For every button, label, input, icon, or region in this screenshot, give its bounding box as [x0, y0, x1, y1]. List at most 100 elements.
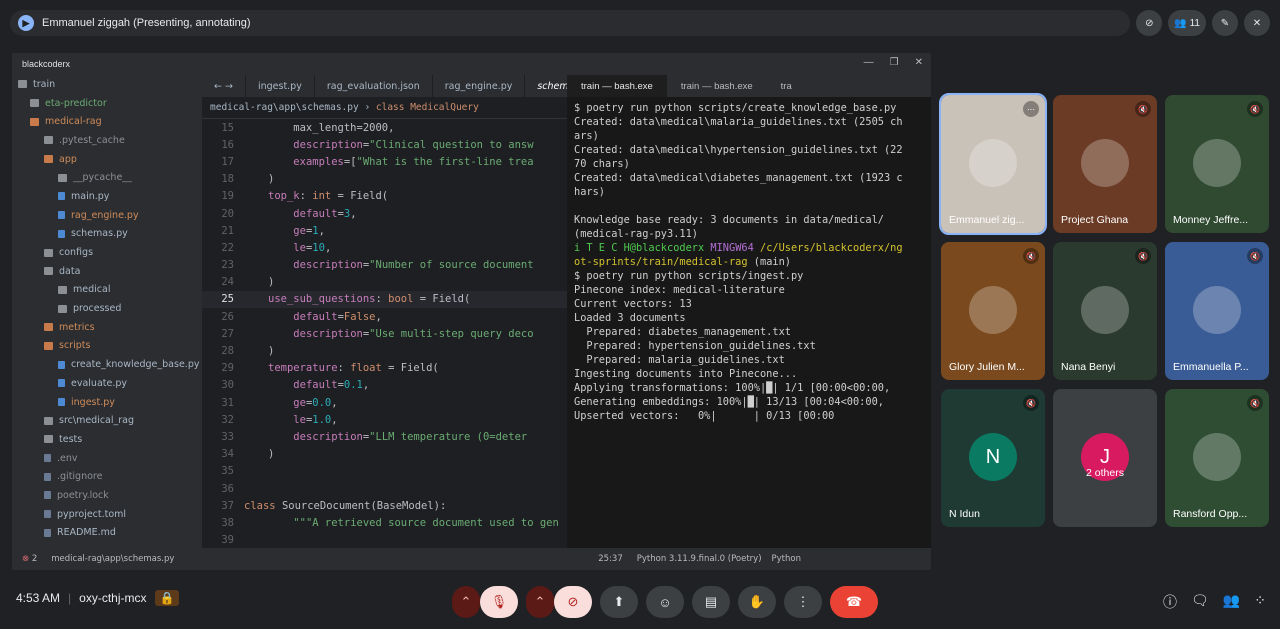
- code-line[interactable]: 35: [202, 463, 567, 480]
- tree-item[interactable]: pyproject.toml: [12, 505, 202, 524]
- code-line[interactable]: 21 ge=1,: [202, 222, 567, 239]
- cursor-position[interactable]: 25:37: [598, 554, 623, 564]
- editor-tab[interactable]: schemas: [525, 75, 567, 97]
- tree-item[interactable]: metrics: [12, 318, 202, 337]
- code-line[interactable]: 19 top_k: int = Field(: [202, 188, 567, 205]
- code-area[interactable]: 15 max_length=2000, 16 description="Clini…: [202, 119, 567, 548]
- code-line[interactable]: 38 """A retrieved source document used t…: [202, 514, 567, 531]
- tree-item[interactable]: evaluate.py: [12, 374, 202, 393]
- people-icon[interactable]: 👥: [1223, 592, 1240, 612]
- activities-icon[interactable]: ⁘: [1254, 592, 1266, 612]
- tree-item[interactable]: data: [12, 262, 202, 281]
- tree-item[interactable]: __pycache__: [12, 168, 202, 187]
- tree-item[interactable]: schemas.py: [12, 225, 202, 244]
- camera-off-button[interactable]: ⊘: [554, 586, 592, 618]
- captions-button[interactable]: ▤: [692, 586, 730, 618]
- code-line[interactable]: 24): [202, 274, 567, 291]
- tree-item[interactable]: medical: [12, 281, 202, 300]
- tree-item[interactable]: eta-predictor: [12, 94, 202, 113]
- close-icon[interactable]: ✕: [915, 57, 923, 68]
- mic-options-chevron-icon[interactable]: ⌃: [452, 586, 480, 618]
- code-line[interactable]: 32 le=1.0,: [202, 411, 567, 428]
- present-screen-button[interactable]: ⬆: [600, 586, 638, 618]
- code-line[interactable]: 17 examples=["What is the first-line tre…: [202, 153, 567, 170]
- tree-item[interactable]: app: [12, 150, 202, 169]
- code-line[interactable]: 28): [202, 342, 567, 359]
- tree-item[interactable]: main.py: [12, 187, 202, 206]
- tree-item[interactable]: README.md: [12, 524, 202, 543]
- code-line[interactable]: 27 description="Use multi-step query dec…: [202, 325, 567, 342]
- code-line[interactable]: 16 description="Clinical question to ans…: [202, 136, 567, 153]
- code-line[interactable]: 20 default=3,: [202, 205, 567, 222]
- editor-tab[interactable]: rag_evaluation.json: [315, 75, 433, 97]
- more-options-button[interactable]: ⋮: [784, 586, 822, 618]
- code-line[interactable]: 31 ge=0.0,: [202, 394, 567, 411]
- code-line[interactable]: 29 temperature: float = Field(: [202, 360, 567, 377]
- camera-options-chevron-icon[interactable]: ⌃: [526, 586, 554, 618]
- nav-back-icon[interactable]: ← →: [202, 75, 246, 97]
- emoji-button[interactable]: ☺: [646, 586, 684, 618]
- tree-item[interactable]: rag_engine.py: [12, 206, 202, 225]
- restore-icon[interactable]: ❐: [890, 57, 899, 68]
- code-line[interactable]: 25 use_sub_questions: bool = Field(: [202, 290, 567, 309]
- tree-item[interactable]: medical-rag: [12, 112, 202, 131]
- tree-item[interactable]: create_knowledge_base.py: [12, 355, 202, 374]
- editor-tab[interactable]: ingest.py: [246, 75, 315, 97]
- interpreter[interactable]: Python 3.11.9.final.0 (Poetry): [637, 554, 762, 564]
- participant-tile[interactable]: 🔇 N N Idun: [941, 389, 1045, 527]
- code-line[interactable]: 15 max_length=2000,: [202, 119, 567, 136]
- participants-button[interactable]: 👥 11: [1168, 10, 1206, 36]
- participant-tile[interactable]: 🔇 Monney Jeffre...: [1165, 95, 1269, 233]
- status-path[interactable]: medical-rag\app\schemas.py: [51, 554, 174, 564]
- annotate-pen-icon[interactable]: ✎: [1212, 10, 1238, 36]
- tree-item[interactable]: poetry.lock: [12, 486, 202, 505]
- code-editor[interactable]: ← → ingest.py rag_evaluation.json rag_engin…: [202, 75, 567, 548]
- terminal-tab[interactable]: train — bash.exe: [667, 75, 767, 97]
- folder-icon: [58, 304, 67, 313]
- tree-item[interactable]: train: [12, 75, 202, 94]
- tree-item[interactable]: .pytest_cache: [12, 131, 202, 150]
- tree-item[interactable]: tests: [12, 430, 202, 449]
- terminal-tab[interactable]: tra: [767, 75, 806, 97]
- tree-item[interactable]: scripts: [12, 337, 202, 356]
- raise-hand-button[interactable]: ✋: [738, 586, 776, 618]
- tree-item[interactable]: ingest.py: [12, 393, 202, 412]
- code-line[interactable]: 18): [202, 171, 567, 188]
- participant-tile[interactable]: 🔇 Project Ghana: [1053, 95, 1157, 233]
- code-line[interactable]: 36: [202, 480, 567, 497]
- info-icon[interactable]: ⓘ: [1163, 592, 1177, 612]
- mic-off-button[interactable]: 🎙: [480, 586, 518, 618]
- code-line[interactable]: 30 default=0.1,: [202, 377, 567, 394]
- error-count[interactable]: 2: [32, 554, 37, 564]
- participant-tile[interactable]: J2 others: [1053, 389, 1157, 527]
- pin-off-icon[interactable]: ✕: [1244, 10, 1270, 36]
- terminal-panel[interactable]: train — bash.exe train — bash.exe tra $ po…: [567, 75, 931, 548]
- editor-tab[interactable]: rag_engine.py: [433, 75, 526, 97]
- camera-off-icon[interactable]: ⊘: [1136, 10, 1163, 36]
- terminal-tab[interactable]: train — bash.exe: [567, 75, 667, 97]
- participant-tile[interactable]: 🔇 Nana Benyi: [1053, 242, 1157, 380]
- folder-icon: [44, 155, 53, 164]
- participant-tile[interactable]: 🔇 Glory Julien M...: [941, 242, 1045, 380]
- tree-item[interactable]: src\medical_rag: [12, 411, 202, 430]
- participant-tile[interactable]: 🔇 Ransford Opp...: [1165, 389, 1269, 527]
- tree-item[interactable]: .env: [12, 449, 202, 468]
- participant-tile[interactable]: 🔇 Emmanuella P...: [1165, 242, 1269, 380]
- code-line[interactable]: 22 le=10,: [202, 239, 567, 256]
- more-options-icon[interactable]: ⋯: [1023, 101, 1039, 117]
- tree-item[interactable]: .gitignore: [12, 467, 202, 486]
- tree-item[interactable]: configs: [12, 243, 202, 262]
- leave-call-button[interactable]: ☎: [830, 586, 878, 618]
- code-line[interactable]: 39: [202, 532, 567, 549]
- language-mode[interactable]: Python: [772, 554, 801, 564]
- code-line[interactable]: 23 description="Number of source documen…: [202, 257, 567, 274]
- host-controls-icon[interactable]: 🔒: [154, 590, 180, 606]
- participant-tile[interactable]: ⋯ Emmanuel zig...: [939, 93, 1047, 235]
- code-line[interactable]: 37 class SourceDocument(BaseModel):: [202, 497, 567, 514]
- chat-icon[interactable]: 🗨: [1191, 592, 1209, 612]
- code-line[interactable]: 34): [202, 446, 567, 463]
- tree-item[interactable]: processed: [12, 299, 202, 318]
- minimize-icon[interactable]: —: [864, 57, 874, 68]
- code-line[interactable]: 33 description="LLM temperature (0=deter: [202, 428, 567, 445]
- code-line[interactable]: 26 default=False,: [202, 308, 567, 325]
